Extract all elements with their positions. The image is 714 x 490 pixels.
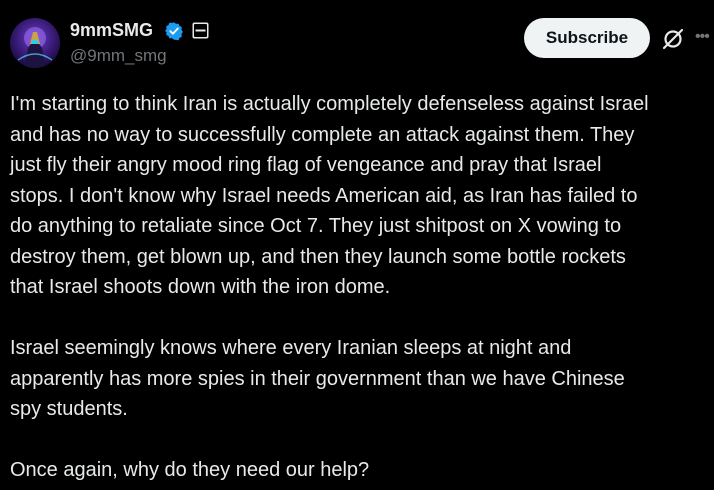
avatar[interactable] xyxy=(10,18,60,68)
post-line: stops. I don't know why Israel needs Ame… xyxy=(10,184,638,207)
post-text: I'm starting to think Iran is actually c… xyxy=(10,89,714,486)
post-line: destroy them, get blown up, and then the… xyxy=(10,245,626,268)
display-name[interactable]: 9mmSMG xyxy=(70,20,153,41)
post-line: that Israel shoots down with the iron do… xyxy=(10,276,391,298)
post-line: and has no way to successfully complete … xyxy=(10,123,635,146)
subscribe-button[interactable]: Subscribe xyxy=(524,18,650,58)
post-line: do anything to retaliate since Oct 7. Th… xyxy=(10,215,622,237)
post-line: I'm starting to think Iran is actually c… xyxy=(10,93,649,115)
post-line: spy students. xyxy=(10,398,128,420)
post-line: Once again, why do they need our help? xyxy=(10,459,370,481)
grok-slash-circle-icon[interactable] xyxy=(660,26,686,52)
affiliate-badge-icon[interactable] xyxy=(192,22,209,39)
post-card: 9mmSMG @9mm_smg Subscribe ••• I'm starti… xyxy=(0,0,714,490)
post-line: Israel seemingly knows where every Irani… xyxy=(10,337,572,359)
verified-badge-icon xyxy=(165,22,183,41)
user-handle[interactable]: @9mm_smg xyxy=(70,46,167,66)
post-line: apparently has more spies in their gover… xyxy=(10,367,625,390)
post-line: just fly their angry mood ring flag of v… xyxy=(10,154,602,176)
more-dots-icon[interactable]: ••• xyxy=(695,28,710,46)
